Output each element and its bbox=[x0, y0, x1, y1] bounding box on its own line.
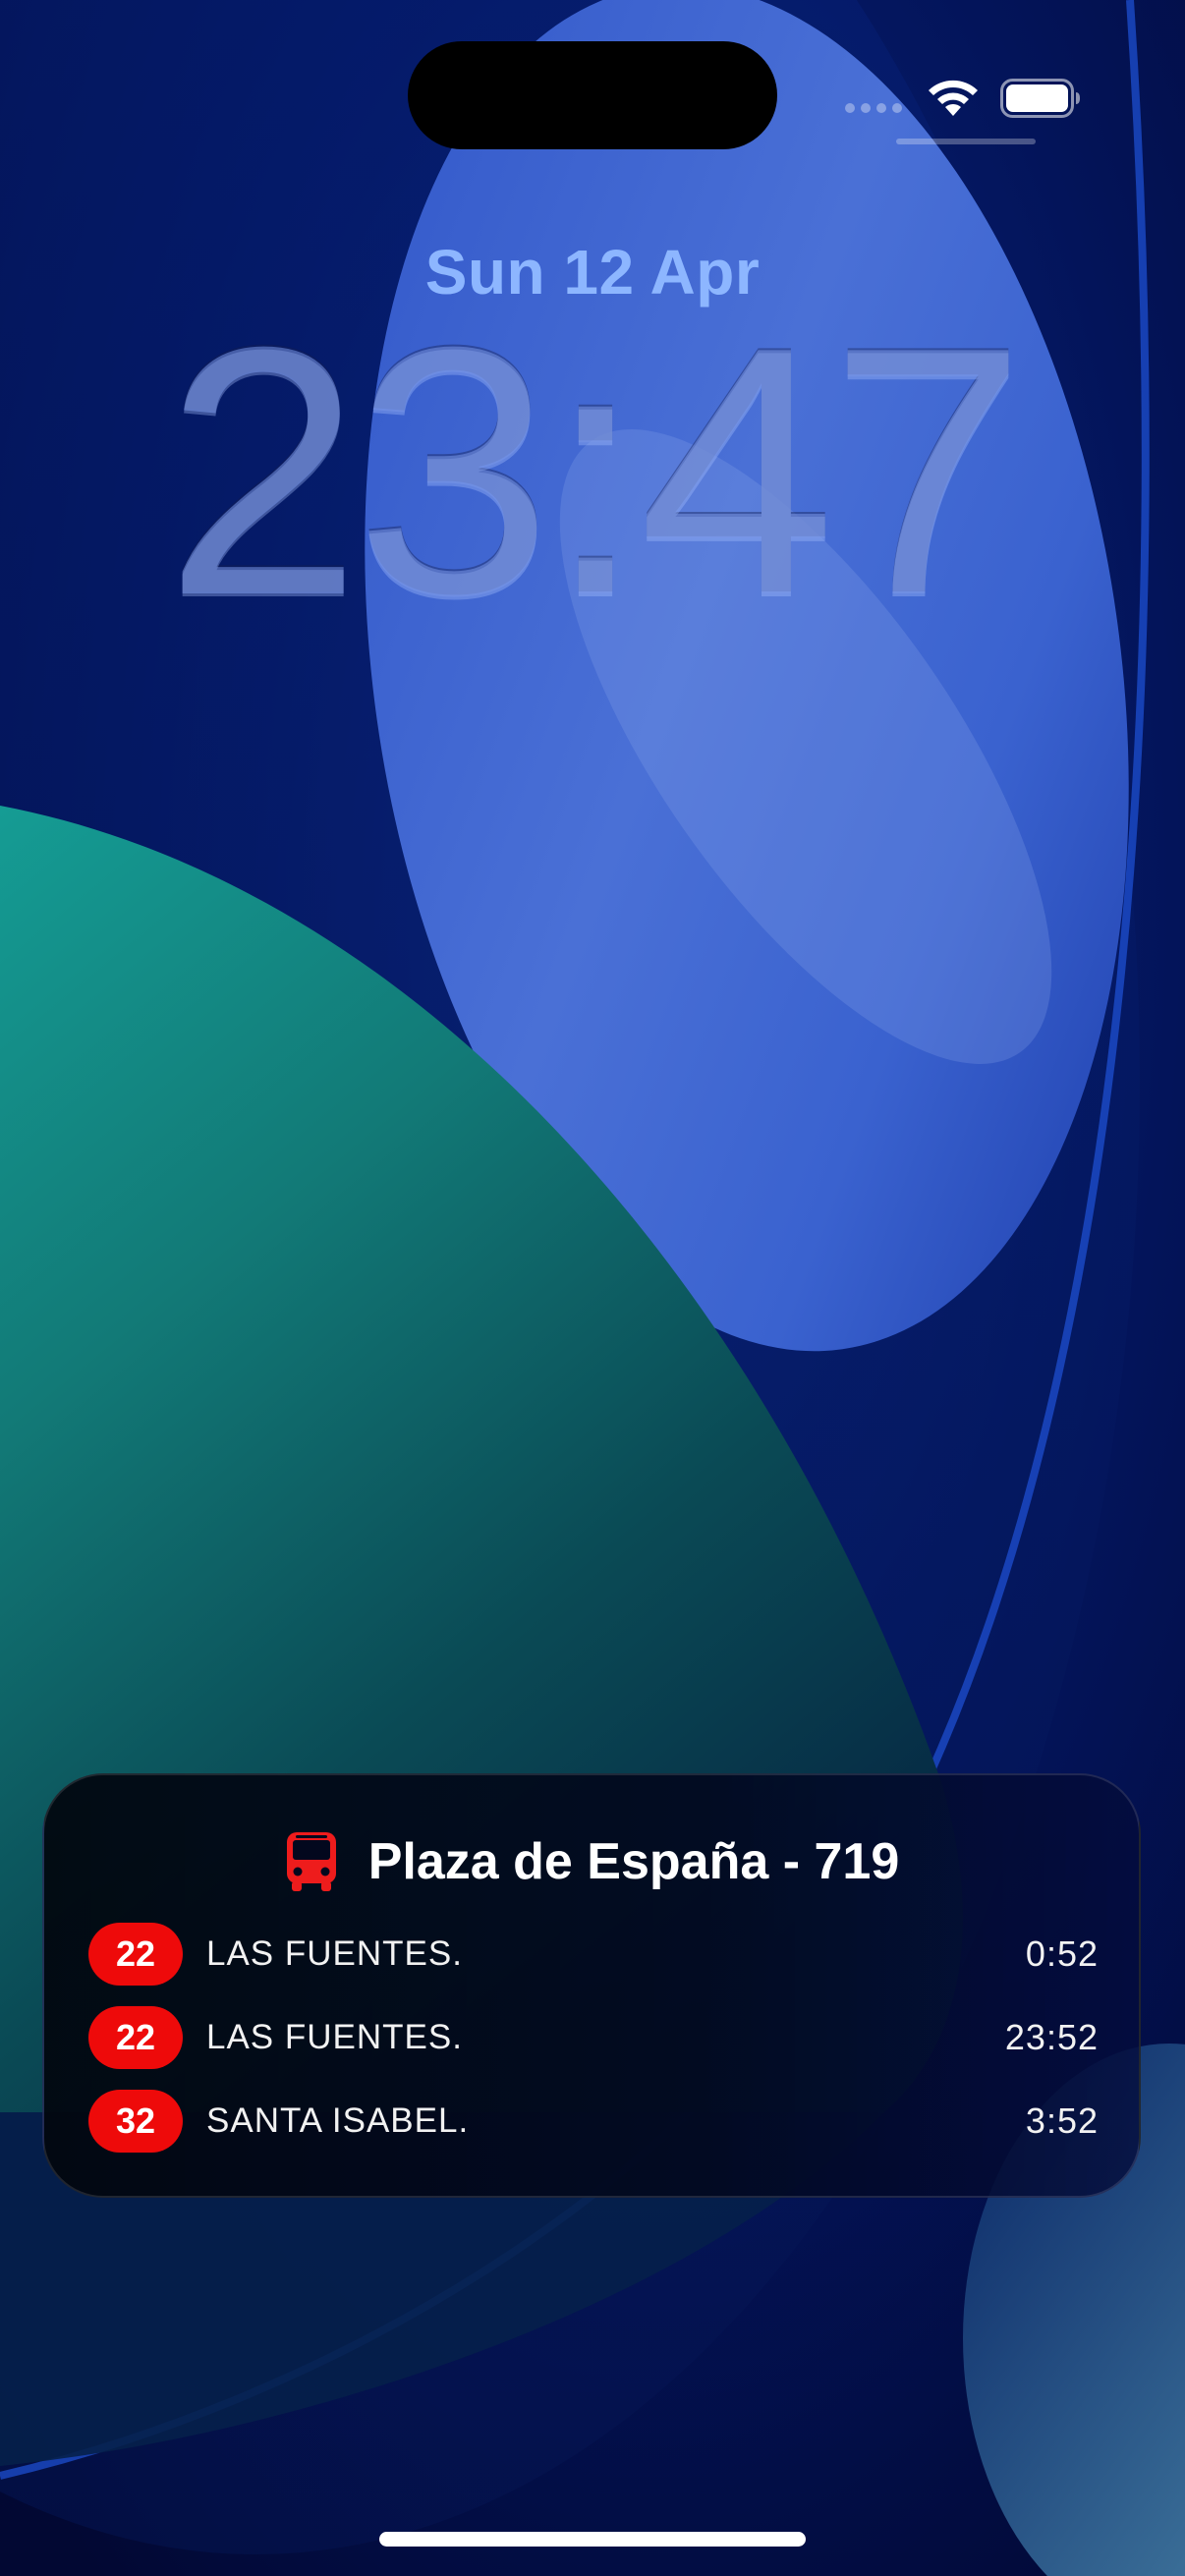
bus-icon bbox=[286, 1832, 336, 1891]
battery-icon bbox=[1000, 79, 1080, 118]
line-badge: 32 bbox=[88, 2090, 183, 2153]
departure-destination: LAS FUENTES. bbox=[206, 2018, 463, 2056]
departure-eta: 23:52 bbox=[1004, 2017, 1099, 2057]
departure-destination: LAS FUENTES. bbox=[206, 1934, 463, 1973]
departure-row: 32 SANTA ISABEL. 3:52 bbox=[88, 2090, 1099, 2153]
cellular-signal-icon bbox=[845, 103, 902, 113]
lock-screen-clock: 23:47 bbox=[164, 274, 1027, 669]
line-badge: 22 bbox=[88, 1923, 183, 1986]
home-indicator[interactable] bbox=[379, 2532, 806, 2547]
departure-eta: 0:52 bbox=[1025, 1933, 1099, 1974]
departure-destination: SANTA ISABEL. bbox=[206, 2101, 470, 2140]
lock-screen: Sun 12 Apr 23:47 Plaza de España - 719 2… bbox=[0, 0, 1185, 2576]
wifi-icon bbox=[929, 80, 978, 116]
departure-row: 22 LAS FUENTES. 0:52 bbox=[88, 1923, 1099, 1986]
status-indicator-bar bbox=[896, 139, 1036, 144]
status-bar bbox=[845, 71, 1081, 149]
stop-title: Plaza de España - 719 bbox=[367, 1833, 900, 1890]
bus-departures-widget[interactable]: Plaza de España - 719 22 LAS FUENTES. 0:… bbox=[42, 1773, 1141, 2198]
line-badge: 22 bbox=[88, 2006, 183, 2069]
departure-eta: 3:52 bbox=[1025, 2100, 1099, 2141]
dynamic-island bbox=[408, 41, 777, 149]
widget-header: Plaza de España - 719 bbox=[44, 1824, 1139, 1899]
departure-row: 22 LAS FUENTES. 23:52 bbox=[88, 2006, 1099, 2069]
